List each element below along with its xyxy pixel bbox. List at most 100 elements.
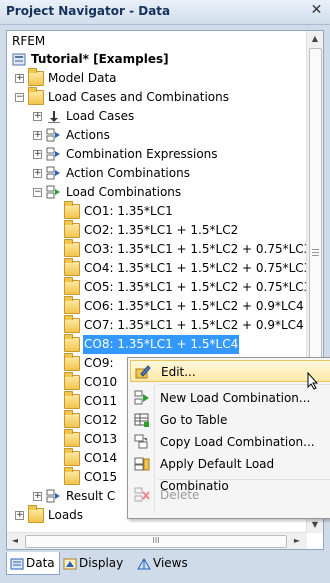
edit-icon [135,365,151,379]
title-bar: Project Navigator - Data ✕ [0,0,330,25]
horizontal-scroll-thumb[interactable]: III [25,535,287,548]
grip-line [312,255,319,256]
folder-icon [64,391,80,409]
navigator-tabs: Data Display Views [6,552,322,578]
table-icon [134,413,149,427]
menu-item-label: New Load Combination... [160,391,311,405]
tree-item-label: Result C [66,489,116,503]
menu-item-label: Edit... [161,365,196,379]
scroll-left-icon[interactable]: ◄ [7,533,23,549]
tree-item-label: CO5: 1.35*LC1 + 1.5*LC2 + 0.75*LC3 [84,280,307,294]
window-title: Project Navigator - Data [6,4,171,18]
project-icon [12,53,26,66]
menu-item-go-to-table[interactable]: Go to Table [130,409,330,431]
folder-icon [64,201,80,219]
load-combinations-icon [46,185,60,199]
tree-item-label: Load Cases and Combinations [48,90,229,104]
folder-icon [64,258,80,276]
delete-icon [134,487,150,502]
folder-icon [64,448,80,466]
tree-item-label: CO7: 1.35*LC1 + 1.5*LC2 + 0.9*LC4 - [84,318,307,332]
tree-item-label: CO14 [84,451,118,465]
copy-icon [134,434,148,449]
folder-icon [64,334,80,352]
combination-expressions-icon [46,147,60,161]
tree-item-label: CO2: 1.35*LC1 + 1.5*LC2 [84,223,239,237]
context-menu: Edit... New Load Combination... Go to Ta… [127,357,330,519]
load-case-icon [48,111,60,123]
tree-project-label: Tutorial* [Examples] [31,52,169,66]
folder-icon [28,505,44,523]
expand-icon[interactable]: + [33,492,42,501]
folder-icon [64,296,80,314]
tree-item-label: CO9: [84,356,114,370]
tree-item-label: CO10 [84,375,118,389]
menu-separator [158,479,330,480]
tree-item-label: CO1: 1.35*LC1 [84,204,173,218]
tab-label: Display [79,556,124,570]
horizontal-scrollbar[interactable]: ◄ III ► [7,532,307,549]
display-icon [63,558,77,569]
tree-item-label: Load Combinations [66,185,182,199]
tree-item-label: CO13 [84,432,118,446]
menu-separator [158,384,330,385]
new-combination-icon [134,390,149,405]
expand-icon[interactable]: + [15,511,24,520]
tree-item-label: CO15 [84,470,118,484]
expand-icon[interactable]: + [33,169,42,178]
tree-item-label: CO3: 1.35*LC1 + 1.5*LC2 + 0.75*LC3 [84,242,307,256]
folder-icon [64,315,80,333]
folder-icon [64,353,80,371]
scroll-down-icon[interactable]: ▼ [307,517,323,533]
folder-icon [64,467,80,485]
tree-item-label: CO6: 1.35*LC1 + 1.5*LC2 + 0.9*LC4 [84,299,304,313]
action-combinations-icon [46,166,60,180]
tab-display[interactable]: Display [60,552,127,574]
folder-icon [64,277,80,295]
actions-icon [46,128,60,142]
tree-item-label: CO12 [84,413,118,427]
menu-item-delete[interactable]: Delete [130,484,330,506]
collapse-icon[interactable]: − [33,188,42,197]
menu-item-new-load-combination[interactable]: New Load Combination... [130,387,330,409]
expand-icon[interactable]: + [33,112,42,121]
tree-item-label: Model Data [48,71,117,85]
tree-item-label: Action Combinations [66,166,190,180]
result-combinations-icon [46,489,60,503]
folder-icon [64,429,80,447]
tree-item-label: Combination Expressions [66,147,218,161]
folder-icon [64,220,80,238]
menu-item-apply-default-load-combination[interactable]: Apply Default Load Combinatio [130,453,330,493]
tab-data[interactable]: Data [6,552,60,575]
tab-views[interactable]: Views [134,552,192,574]
expand-icon[interactable]: + [15,74,24,83]
close-icon[interactable]: ✕ [308,2,325,19]
tab-label: Data [26,556,55,570]
tree-root-label: RFEM [12,34,46,48]
menu-item-edit[interactable]: Edit... [130,360,330,382]
tree-item-label: CO11 [84,394,118,408]
folder-icon [64,410,80,428]
data-icon [10,558,24,569]
folder-icon [64,239,80,257]
menu-item-label: Go to Table [160,413,228,427]
collapse-icon[interactable]: − [15,93,24,102]
expand-icon[interactable]: + [33,150,42,159]
expand-icon[interactable]: + [33,131,42,140]
folder-icon [64,372,80,390]
apply-default-icon [134,457,150,471]
tree-item-label: Load Cases [66,109,135,123]
scroll-right-icon[interactable]: ► [289,533,305,549]
menu-item-copy-load-combination[interactable]: Copy Load Combination... [130,431,330,453]
grip-line [312,252,319,253]
menu-item-label: Delete [160,488,200,502]
scroll-up-icon[interactable]: ▲ [307,31,323,47]
folder-icon [28,68,44,86]
tree-item-label: Loads [48,508,84,522]
views-icon [137,557,151,569]
mouse-pointer-icon [307,372,319,390]
tab-label: Views [153,556,188,570]
tree-item-label: Actions [66,128,110,142]
tree-item-label: CO4: 1.35*LC1 + 1.5*LC2 + 0.75*LC3 [84,261,307,275]
grip-line [312,249,319,250]
